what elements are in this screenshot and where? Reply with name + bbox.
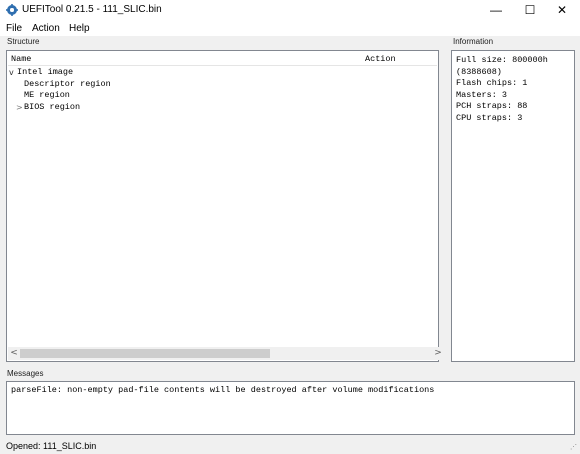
info-line: Flash chips: 1 <box>456 78 528 88</box>
structure-tree[interactable]: Name Action v Intel image Descriptor reg… <box>6 50 444 362</box>
minimize-icon: — <box>490 3 502 17</box>
info-line: (8388608) <box>456 66 502 77</box>
messages-label: Messages <box>7 369 44 378</box>
structure-label: Structure <box>7 37 40 46</box>
info-line: Masters: 3 <box>456 89 508 100</box>
tree-item-label: Descriptor region <box>24 78 111 89</box>
close-button[interactable]: ✕ <box>544 0 580 20</box>
tree-header: Name Action <box>8 52 437 66</box>
menu-help[interactable]: Help <box>69 22 90 35</box>
resize-grip-icon[interactable]: ⋰ <box>570 444 578 452</box>
message-line[interactable]: parseFile: non-empty pad-file contents w… <box>11 385 434 397</box>
info-line: PCH straps: 88 <box>456 101 528 111</box>
status-text: Opened: 111_SLIC.bin <box>6 441 97 451</box>
tree-item-label: ME region <box>24 90 70 100</box>
maximize-button[interactable]: ☐ <box>512 0 548 20</box>
scrollbar-thumb[interactable] <box>20 349 270 358</box>
menu-file[interactable]: File <box>6 22 22 35</box>
maximize-icon: ☐ <box>524 3 536 17</box>
messages-panel[interactable]: parseFile: non-empty pad-file contents w… <box>6 381 575 435</box>
window-title: UEFITool 0.21.5 - 111_SLIC.bin <box>22 4 162 15</box>
scroll-right-icon[interactable]: > <box>432 347 444 360</box>
column-action-header[interactable]: Action <box>365 54 396 64</box>
scroll-left-icon[interactable]: < <box>8 347 20 360</box>
expand-right-icon[interactable]: > <box>16 102 23 114</box>
horizontal-scrollbar[interactable]: < > <box>8 347 444 360</box>
expand-down-icon[interactable]: v <box>9 67 14 79</box>
close-icon: ✕ <box>556 3 568 17</box>
tree-item-label: BIOS region <box>24 101 81 112</box>
info-line: Full size: 800000h <box>456 55 548 65</box>
info-line: CPU straps: 3 <box>456 112 523 123</box>
menu-action[interactable]: Action <box>32 22 60 35</box>
minimize-button[interactable]: — <box>478 0 514 20</box>
tree-item-label: Intel image <box>17 67 74 77</box>
information-panel[interactable]: Full size: 800000h (8388608) Flash chips… <box>451 50 575 362</box>
information-label: Information <box>453 37 494 46</box>
column-name-header[interactable]: Name <box>11 54 31 64</box>
app-gear-icon <box>6 4 18 16</box>
